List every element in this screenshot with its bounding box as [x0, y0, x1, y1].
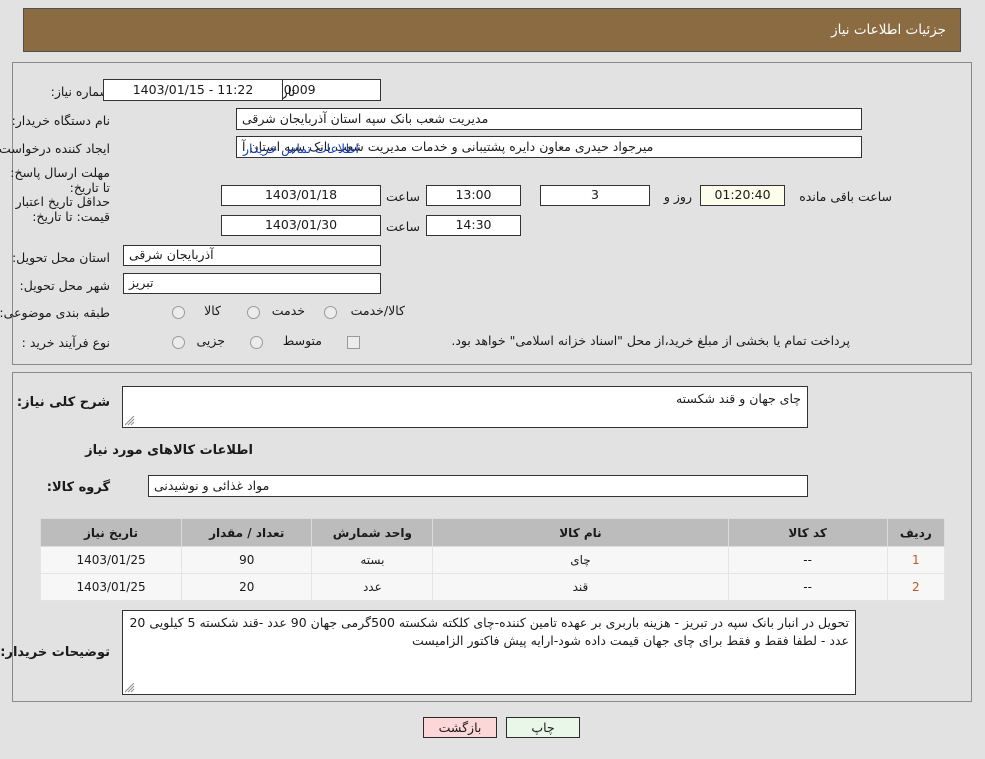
city-label: شهر محل تحویل:	[19, 278, 110, 293]
treasury-bond-note: پرداخت تمام یا بخشی از مبلغ خرید،از محل …	[451, 333, 850, 348]
purchase-type-radio-0[interactable]	[172, 336, 185, 349]
category-option-0[interactable]: کالا	[204, 303, 221, 318]
buyer-contact-link[interactable]: اطلاعات تماس خریدار	[243, 141, 359, 156]
province-label: استان محل تحویل:	[11, 250, 110, 265]
col-header-code: کد کالا	[727, 518, 888, 547]
table-row: 1 -- چای بسته 90 1403/01/25	[39, 546, 946, 574]
cell-index: 2	[886, 573, 946, 601]
back-button[interactable]: بازگشت	[423, 717, 497, 738]
public-announce-value: 11:22 - 1403/01/15	[103, 79, 283, 101]
page-title: جزئیات اطلاعات نیاز	[831, 22, 946, 38]
goods-group-value: مواد غذائی و نوشیدنی	[148, 475, 808, 497]
cell-qty: 90	[181, 546, 313, 574]
cell-index: 1	[886, 546, 946, 574]
category-radio-2[interactable]	[324, 306, 337, 319]
cell-name: قند	[432, 573, 729, 601]
response-deadline-time-label: ساعت	[385, 189, 420, 204]
col-header-date: تاریخ نیاز	[39, 518, 183, 547]
price-validity-label: حداقل تاریخ اعتبار قیمت: تا تاریخ:	[15, 194, 110, 224]
resize-grip-icon[interactable]	[125, 416, 135, 426]
col-header-index: ردیف	[886, 518, 946, 547]
cell-unit: بسته	[311, 546, 434, 574]
response-deadline-label: مهلت ارسال پاسخ: تا تاریخ:	[10, 165, 110, 195]
col-header-unit: واحد شمارش	[311, 518, 434, 547]
goods-section-title: اطلاعات کالاهای مورد نیاز	[85, 443, 253, 458]
resize-grip-icon[interactable]	[125, 683, 135, 693]
countdown-timer: 01:20:40	[700, 185, 785, 206]
remaining-days-label: روز و	[663, 189, 692, 204]
cell-date: 1403/01/25	[39, 573, 183, 601]
need-number-label: شماره نیاز:	[50, 84, 110, 99]
price-validity-time-label: ساعت	[385, 219, 420, 234]
response-deadline-date: 1403/01/18	[221, 185, 381, 206]
goods-group-label: گروه کالا:	[46, 480, 110, 495]
city-value: تبریز	[123, 273, 381, 294]
cell-qty: 20	[181, 573, 313, 601]
summary-value: چای جهان و قند شکسته	[675, 391, 801, 406]
col-header-qty: تعداد / مقدار	[181, 518, 313, 547]
treasury-bond-checkbox[interactable]	[347, 336, 360, 349]
category-option-2[interactable]: کالا/خدمت	[351, 303, 405, 318]
cell-name: چای	[432, 546, 729, 574]
purchase-type-label: نوع فرآیند خرید :	[21, 335, 110, 350]
purchase-type-option-1[interactable]: متوسط	[283, 333, 322, 348]
buyer-notes-textarea[interactable]: تحویل در انبار بانک سپه در تبریز - هزینه…	[122, 610, 856, 695]
cell-code: --	[727, 573, 888, 601]
category-option-1[interactable]: خدمت	[272, 303, 305, 318]
cell-code: --	[727, 546, 888, 574]
price-validity-date: 1403/01/30	[221, 215, 381, 236]
category-radio-0[interactable]	[172, 306, 185, 319]
cell-date: 1403/01/25	[39, 546, 183, 574]
summary-label: شرح کلی نیاز:	[16, 395, 110, 410]
price-validity-time: 14:30	[426, 215, 521, 236]
buyer-notes-label: توضیحات خریدار:	[0, 645, 110, 660]
province-value: آذربایجان شرقی	[123, 245, 381, 266]
buyer-org-label: نام دستگاه خریدار:	[11, 113, 110, 128]
countdown-label: ساعت باقی مانده	[799, 189, 892, 204]
goods-table: ردیف کد کالا نام کالا واحد شمارش تعداد /…	[39, 518, 946, 601]
category-label: طبقه بندی موضوعی:	[0, 305, 110, 320]
print-button[interactable]: چاپ	[506, 717, 580, 738]
table-header-row: ردیف کد کالا نام کالا واحد شمارش تعداد /…	[39, 518, 946, 547]
response-deadline-time: 13:00	[426, 185, 521, 206]
requester-label: ایجاد کننده درخواست:	[0, 141, 110, 156]
category-radio-1[interactable]	[247, 306, 260, 319]
summary-textarea[interactable]: چای جهان و قند شکسته	[122, 386, 808, 428]
buyer-notes-value: تحویل در انبار بانک سپه در تبریز - هزینه…	[129, 615, 849, 648]
page-header: جزئیات اطلاعات نیاز	[23, 8, 961, 52]
remaining-days: 3	[540, 185, 650, 206]
cell-unit: عدد	[311, 573, 434, 601]
col-header-name: نام کالا	[432, 518, 729, 547]
table-row: 2 -- قند عدد 20 1403/01/25	[39, 573, 946, 601]
purchase-type-option-0[interactable]: جزیی	[196, 333, 225, 348]
purchase-type-radio-1[interactable]	[250, 336, 263, 349]
buyer-org-value: مدیریت شعب بانک سپه استان آذربایجان شرقی	[236, 108, 862, 130]
